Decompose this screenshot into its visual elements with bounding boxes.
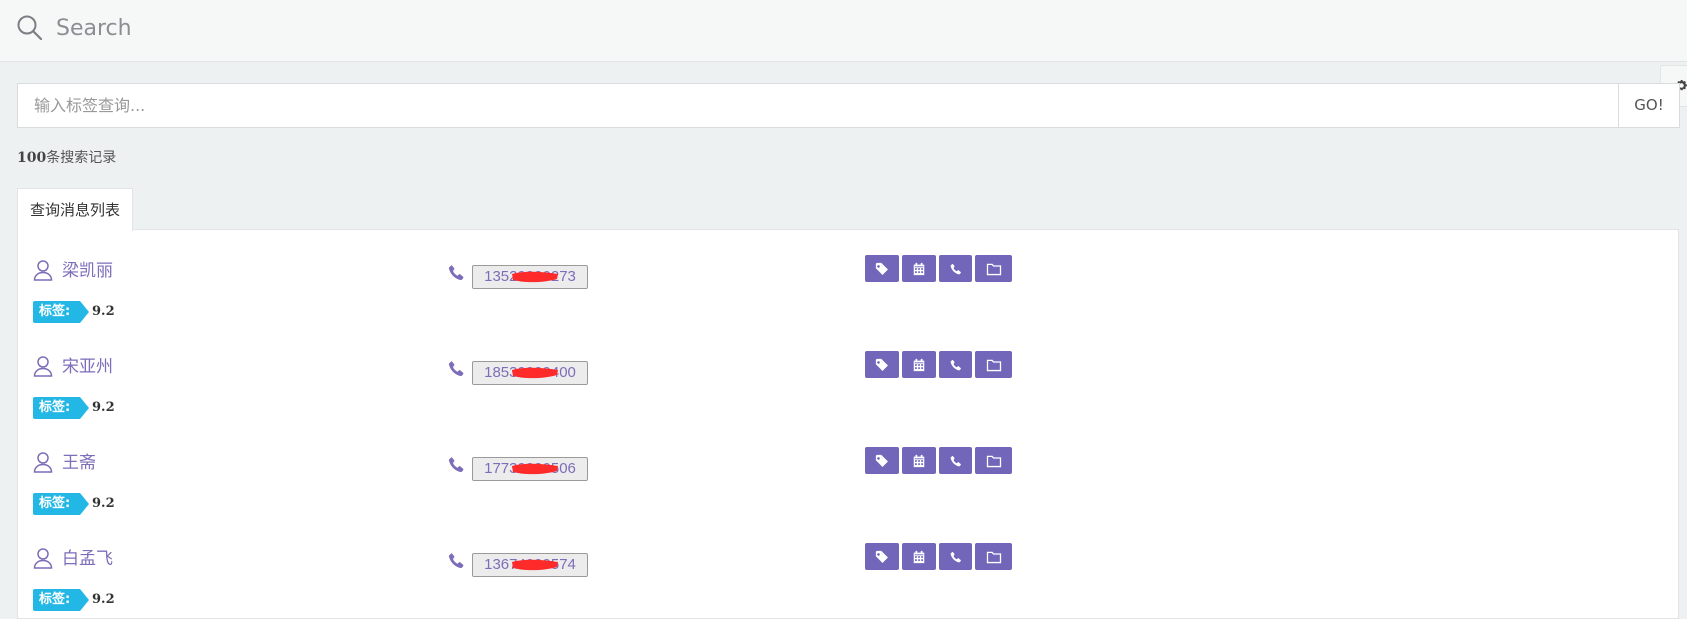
tag-button[interactable] [865,543,899,570]
user-icon [33,260,53,281]
redaction-mark [512,463,558,475]
tag-label-badge: 标签: [33,589,90,611]
calendar-button[interactable] [902,255,936,282]
redaction-mark [512,559,558,571]
folder-button[interactable] [975,351,1012,378]
calendar-icon [913,262,925,275]
phone-icon [950,455,961,466]
calendar-icon [913,358,925,371]
record-count-suffix: 条搜索记录 [46,150,117,166]
list-item: 梁凯丽 标签: 9.2 13529990273 [18,230,1678,326]
call-button[interactable] [939,447,972,474]
folder-button[interactable] [975,255,1012,282]
phone-icon [448,361,464,377]
tag-value: 9.2 [92,496,115,511]
tag-value: 9.2 [92,304,115,319]
user-icon [33,356,53,377]
go-button[interactable]: GO! [1618,83,1680,128]
tag-button[interactable] [865,255,899,282]
tab-message-list[interactable]: 查询消息列表 [17,188,133,231]
tag-value: 9.2 [92,592,115,607]
tag-icon [875,454,888,467]
call-button[interactable] [939,351,972,378]
list-item: 王斋 标签: 9.2 17739990506 [18,422,1678,518]
list-item: 白孟飞 标签: 9.2 13674999574 [18,518,1678,614]
redaction-mark [512,271,558,283]
top-search-bar[interactable]: Search [0,0,1687,62]
calendar-icon [913,454,925,467]
tag-label-badge: 标签: [33,301,90,323]
folder-icon [986,263,1001,275]
tag-label-badge: 标签: [33,493,90,515]
calendar-button[interactable] [902,447,936,474]
calendar-icon [913,550,925,563]
calendar-button[interactable] [902,351,936,378]
folder-button[interactable] [975,543,1012,570]
list-item: 宋亚州 标签: 9.2 18539999400 [18,326,1678,422]
call-button[interactable] [939,255,972,282]
phone-icon [448,553,464,569]
tag-icon [875,262,888,275]
phone-icon [448,457,464,473]
user-icon [33,452,53,473]
folder-icon [986,551,1001,563]
phone-icon [950,359,961,370]
message-list-panel: 梁凯丽 标签: 9.2 13529990273 [17,229,1679,619]
contact-name[interactable]: 王斋 [62,452,96,474]
record-count: 100条搜索记录 [17,149,116,167]
global-search-label[interactable]: Search [56,16,132,42]
tag-icon [875,358,888,371]
calendar-button[interactable] [902,543,936,570]
phone-icon [950,263,961,274]
tag-button[interactable] [865,447,899,474]
contact-name[interactable]: 白孟飞 [62,548,113,570]
folder-button[interactable] [975,447,1012,474]
folder-icon [986,359,1001,371]
tag-value: 9.2 [92,400,115,415]
search-icon[interactable] [16,14,44,42]
phone-icon [448,265,464,281]
redaction-mark [512,367,558,379]
folder-icon [986,455,1001,467]
call-button[interactable] [939,543,972,570]
contact-name[interactable]: 梁凯丽 [62,260,113,282]
contact-name[interactable]: 宋亚州 [62,356,113,378]
record-count-number: 100 [17,150,47,166]
tag-button[interactable] [865,351,899,378]
tag-icon [875,550,888,563]
tag-search-input[interactable] [17,83,1619,128]
user-icon [33,548,53,569]
phone-icon [950,551,961,562]
tag-label-badge: 标签: [33,397,90,419]
